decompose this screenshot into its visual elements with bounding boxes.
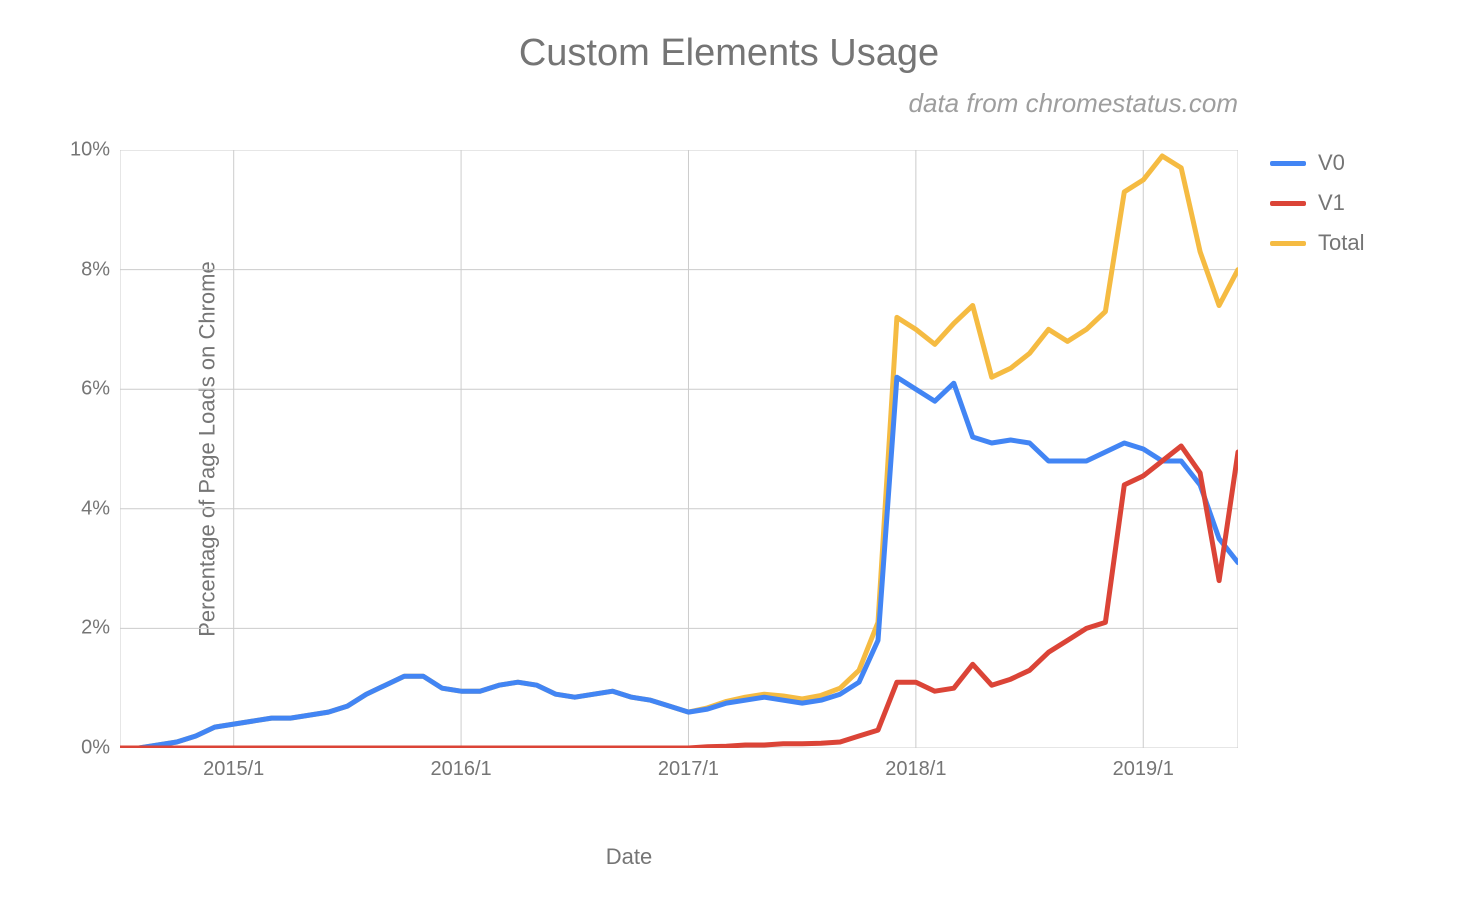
legend-label: Total (1318, 230, 1364, 256)
legend-item-v0: V0 (1270, 150, 1364, 176)
y-tick-label: 0% (50, 737, 110, 760)
series-line-v0 (120, 377, 1238, 748)
legend-swatch-v0 (1270, 161, 1306, 166)
x-tick-label: 2018/1 (885, 758, 946, 781)
legend-item-v1: V1 (1270, 190, 1364, 216)
legend-item-total: Total (1270, 230, 1364, 256)
chart-svg (120, 150, 1238, 748)
legend-label: V0 (1318, 150, 1345, 176)
x-tick-label: 2016/1 (430, 758, 491, 781)
legend-swatch-v1 (1270, 201, 1306, 206)
legend: V0 V1 Total (1270, 150, 1364, 270)
x-axis-label: Date (0, 844, 1258, 870)
series-line-total (120, 156, 1238, 748)
y-tick-label: 4% (50, 497, 110, 520)
y-tick-label: 2% (50, 617, 110, 640)
chart-container: Custom Elements Usage data from chromest… (0, 0, 1458, 898)
chart-title: Custom Elements Usage (0, 32, 1458, 75)
y-tick-label: 6% (50, 378, 110, 401)
y-tick-label: 8% (50, 258, 110, 281)
legend-label: V1 (1318, 190, 1345, 216)
plot-area: 0%2%4%6%8%10% 2015/12016/12017/12018/120… (120, 150, 1238, 748)
y-tick-label: 10% (50, 139, 110, 162)
chart-subtitle: data from chromestatus.com (0, 88, 1238, 119)
x-tick-label: 2019/1 (1113, 758, 1174, 781)
legend-swatch-total (1270, 241, 1306, 246)
series-line-v1 (120, 446, 1238, 748)
x-tick-label: 2017/1 (658, 758, 719, 781)
x-tick-label: 2015/1 (203, 758, 264, 781)
